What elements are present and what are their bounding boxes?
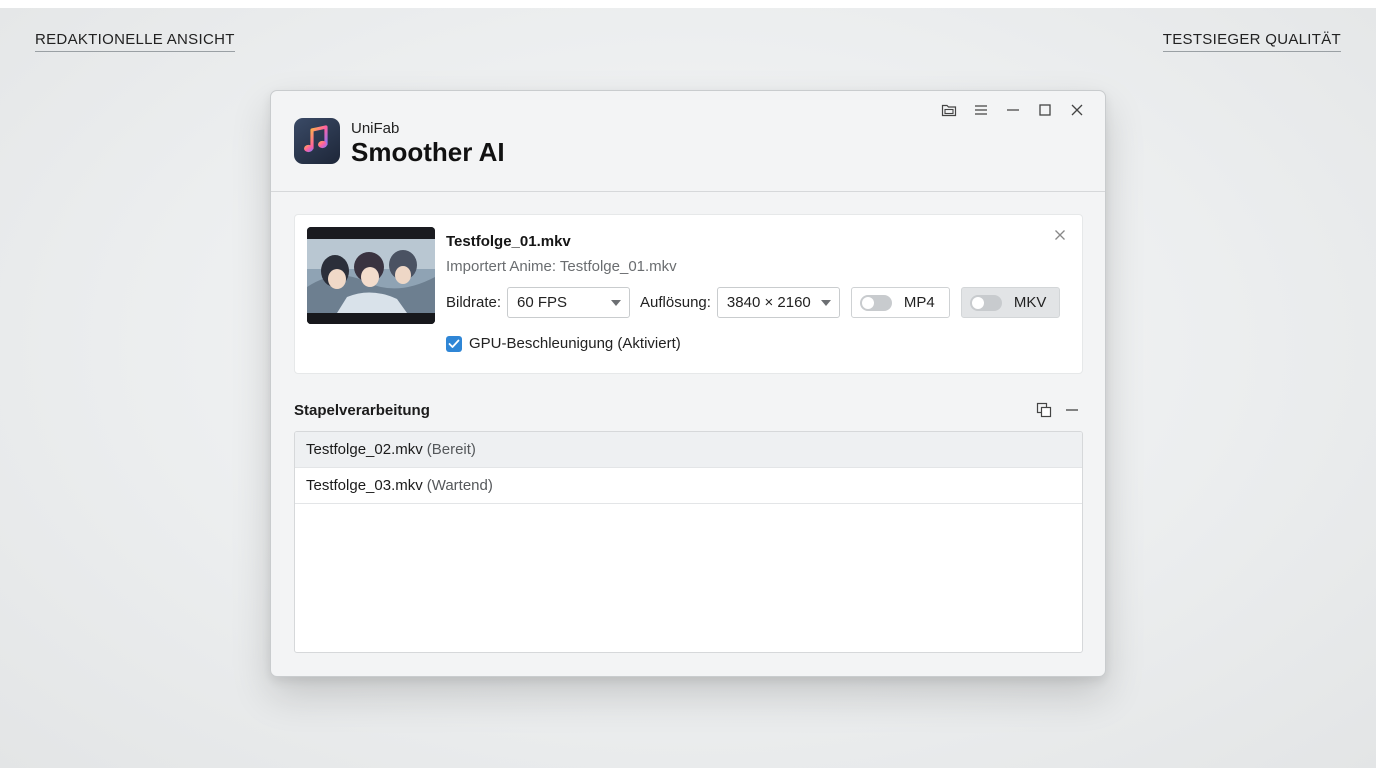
- resolution-dropdown[interactable]: 3840 × 2160: [716, 287, 840, 318]
- resolution-label: Auflösung:: [640, 294, 711, 311]
- video-thumbnail[interactable]: [307, 227, 435, 324]
- gpu-acceleration-row: GPU-Beschleunigung (Aktiviert): [446, 335, 681, 352]
- resolution-value: 3840 × 2160: [726, 294, 811, 311]
- menu-icon[interactable]: [965, 101, 997, 119]
- chevron-down-icon: [611, 299, 622, 306]
- file-title: Testfolge_01.mkv: [446, 233, 571, 250]
- batch-item-status: (Bereit): [426, 441, 476, 458]
- top-edge-strip: [0, 0, 1376, 8]
- editorial-view-label: REDAKTIONELLE ANSICHT: [35, 31, 235, 52]
- minimize-icon[interactable]: [997, 101, 1029, 119]
- test-winner-quality-label: TESTSIEGER QUALITÄT: [1162, 31, 1341, 52]
- batch-item-status: (Wartend): [426, 477, 493, 494]
- batch-item-name: Testfolge_03.mkv: [306, 477, 423, 494]
- mp4-format-toggle[interactable]: MP4: [850, 287, 950, 318]
- app-brand: UniFab: [351, 120, 400, 137]
- app-title: Smoother AI: [351, 137, 505, 167]
- batch-section-title: Stapelverarbeitung: [294, 402, 430, 419]
- music-note-app-icon: [294, 118, 340, 164]
- batch-actions: [1035, 401, 1081, 419]
- framerate-label: Bildrate:: [446, 294, 502, 311]
- window-header: UniFab Smoother AI: [271, 91, 1105, 192]
- gpu-acceleration-label: GPU-Beschleunigung (Aktiviert): [469, 335, 681, 352]
- checkmark-icon: [448, 339, 460, 348]
- window-controls: [933, 101, 1093, 119]
- current-file-card: Testfolge_01.mkv Importert Anime: Testfo…: [294, 214, 1083, 374]
- mp4-label: MP4: [903, 294, 935, 311]
- toggle-switch-icon: [859, 294, 892, 311]
- close-icon[interactable]: [1061, 101, 1093, 119]
- file-subtitle: Importert Anime: Testfolge_01.mkv: [446, 258, 677, 275]
- mkv-format-toggle[interactable]: MKV: [960, 287, 1060, 318]
- chevron-down-icon: [820, 299, 831, 306]
- output-settings-row: Bildrate: 60 FPS Auflösung: 3840 × 2160 …: [446, 287, 1060, 318]
- open-folder-icon[interactable]: [933, 101, 965, 119]
- collapse-minus-icon[interactable]: [1063, 401, 1081, 419]
- framerate-dropdown[interactable]: 60 FPS: [507, 287, 631, 318]
- remove-file-close-icon[interactable]: [1052, 227, 1068, 243]
- gpu-acceleration-checkbox[interactable]: [446, 335, 462, 352]
- copy-icon[interactable]: [1035, 401, 1053, 419]
- batch-list-item[interactable]: Testfolge_03.mkv (Wartend): [295, 468, 1082, 504]
- maximize-icon[interactable]: [1029, 101, 1061, 119]
- batch-item-name: Testfolge_02.mkv: [306, 441, 423, 458]
- toggle-switch-icon: [969, 294, 1002, 311]
- batch-list: Testfolge_02.mkv (Bereit) Testfolge_03.m…: [294, 431, 1083, 653]
- mkv-label: MKV: [1013, 294, 1047, 311]
- framerate-value: 60 FPS: [517, 294, 568, 311]
- app-window: UniFab Smoother AI Testfolge_01.mkv Impo…: [270, 90, 1106, 677]
- batch-list-item[interactable]: Testfolge_02.mkv (Bereit): [295, 432, 1082, 468]
